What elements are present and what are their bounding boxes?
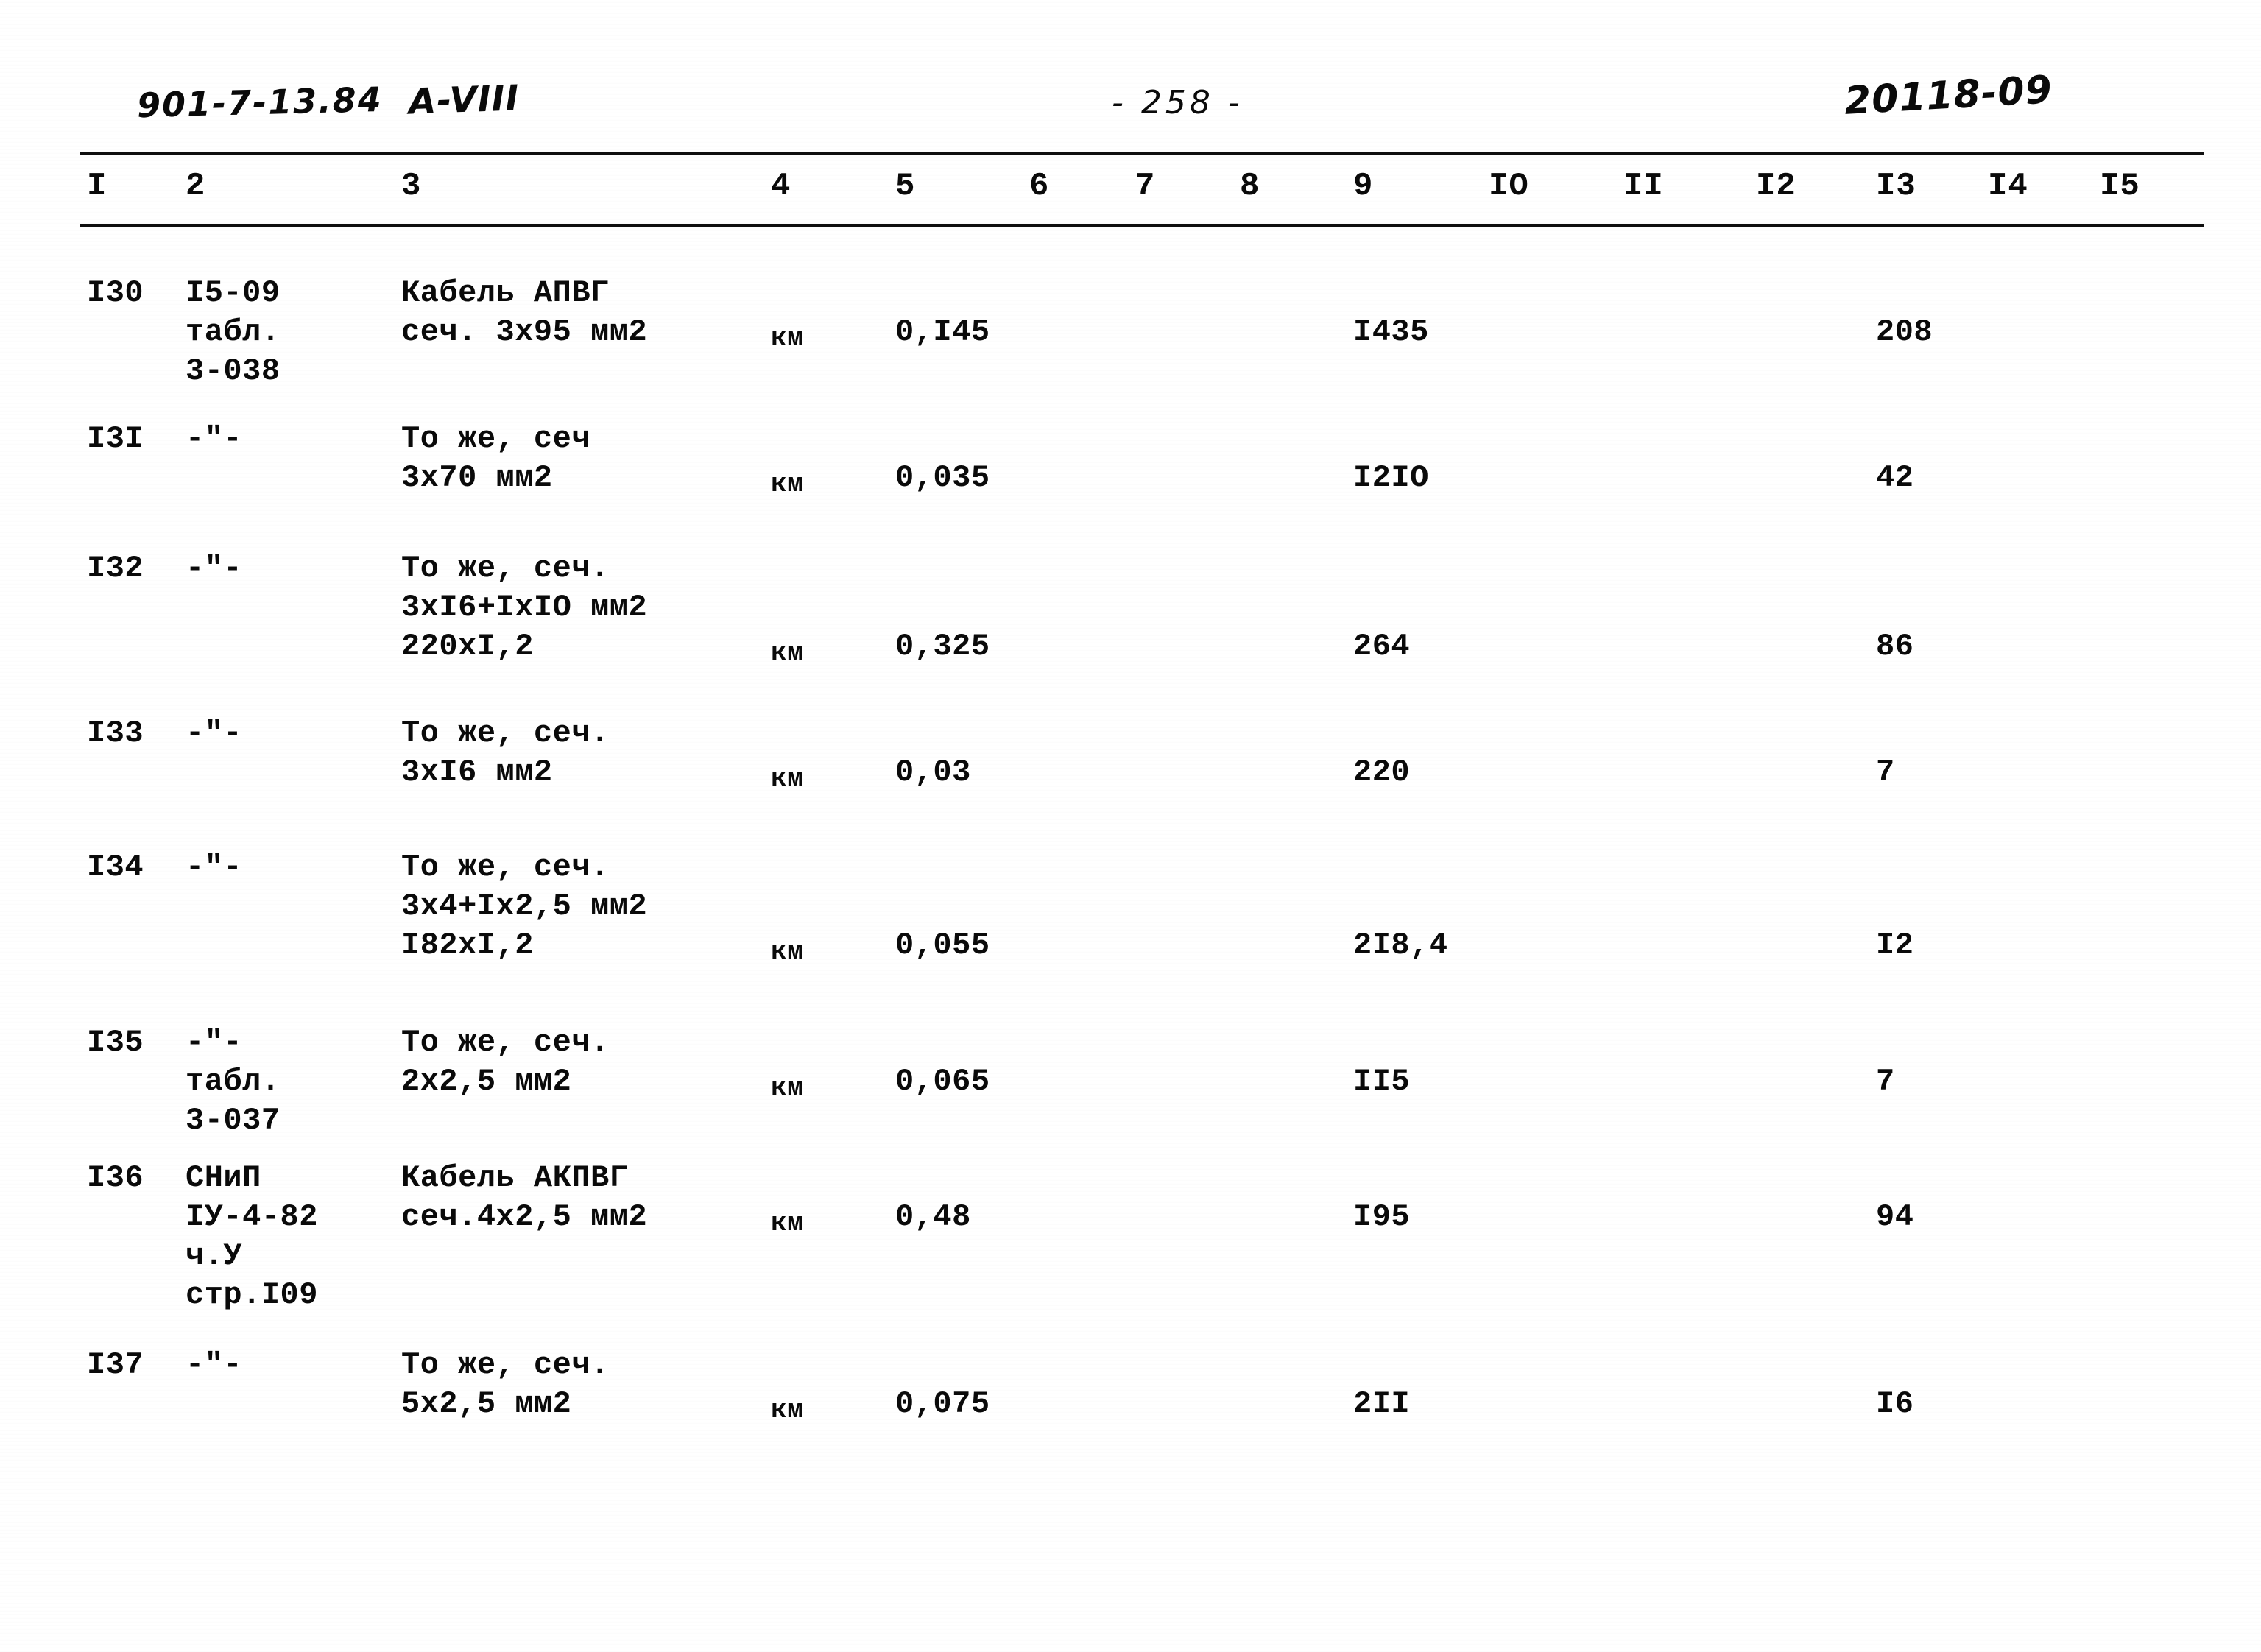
unit-cell: км — [771, 936, 804, 967]
row-number-cell: I35 — [87, 1025, 144, 1060]
norm-reference-cell: -"- — [186, 1347, 243, 1383]
norm-reference-cell: СНиП IУ-4-82 ч.У стр.I09 — [186, 1160, 318, 1313]
total-cell: 208 — [1876, 314, 1933, 350]
row-number-cell: I30 — [87, 275, 144, 311]
unit-cell: км — [771, 469, 804, 499]
column-number-11: II — [1623, 168, 1664, 205]
scanned-document-page: 901-7-13.84 A-VIII - 258 - 20118-09 I234… — [0, 0, 2261, 1652]
column-number-4: 4 — [771, 168, 791, 205]
description-cell: То же, сеч 3х70 мм2 — [401, 421, 591, 495]
quantity-cell: 0,03 — [895, 755, 971, 790]
row-number-cell: I3I — [87, 421, 144, 456]
column-number-14: I4 — [1988, 168, 2028, 205]
column-number-6: 6 — [1029, 168, 1050, 205]
total-cell: 86 — [1876, 629, 1914, 664]
document-code: 901-7-13.84 — [136, 79, 384, 126]
row-number-cell: I34 — [87, 850, 144, 885]
unit-cell: км — [771, 1208, 804, 1238]
cost-cell: II5 — [1353, 1064, 1411, 1099]
unit-cell: км — [771, 323, 804, 353]
cost-cell: 2I8,4 — [1353, 928, 1448, 963]
description-cell: Кабель АКПВГ сеч.4х2,5 мм2 — [401, 1160, 648, 1235]
quantity-cell: 0,035 — [895, 460, 990, 495]
column-number-1: I — [87, 168, 107, 205]
total-cell: 7 — [1876, 1064, 1895, 1099]
cost-cell: 2II — [1353, 1386, 1411, 1422]
norm-reference-cell: -"- — [186, 421, 243, 456]
quantity-cell: 0,055 — [895, 928, 990, 963]
column-number-9: 9 — [1353, 168, 1374, 205]
description-cell: То же, сеч. 3х4+Iх2,5 мм2 I82хI,2 — [401, 850, 648, 963]
total-cell: 42 — [1876, 460, 1914, 495]
cost-cell: I435 — [1353, 314, 1429, 350]
page-header: 901-7-13.84 A-VIII - 258 - 20118-09 — [0, 68, 2261, 141]
document-variant: A-VIII — [408, 77, 521, 123]
row-number-cell: I32 — [87, 551, 144, 586]
cost-cell: 264 — [1353, 629, 1411, 664]
total-cell: I6 — [1876, 1386, 1914, 1422]
row-number-cell: I36 — [87, 1160, 144, 1196]
quantity-cell: 0,48 — [895, 1199, 971, 1235]
cost-cell: I2IO — [1353, 460, 1429, 495]
handwritten-reference-code: 20118-09 — [1843, 68, 2054, 124]
norm-reference-cell: -"- — [186, 551, 243, 586]
column-number-5: 5 — [895, 168, 916, 205]
total-cell: 7 — [1876, 755, 1895, 790]
column-number-10: IO — [1489, 168, 1529, 205]
quantity-cell: 0,I45 — [895, 314, 990, 350]
unit-cell: км — [771, 1395, 804, 1425]
description-cell: То же, сеч. 5х2,5 мм2 — [401, 1347, 610, 1422]
column-number-3: 3 — [401, 168, 422, 205]
norm-reference-cell: -"- табл. 3-037 — [186, 1025, 281, 1138]
description-cell: То же, сеч. 3хI6 мм2 — [401, 716, 610, 790]
norm-reference-cell: -"- — [186, 850, 243, 885]
table-top-rule — [80, 152, 2204, 155]
table-header-rule — [80, 224, 2204, 227]
unit-cell: км — [771, 1073, 804, 1103]
row-number-cell: I37 — [87, 1347, 144, 1383]
quantity-cell: 0,325 — [895, 629, 990, 664]
column-number-13: I3 — [1876, 168, 1916, 205]
scan-texture — [0, 0, 2261, 1652]
description-cell: То же, сеч. 3хI6+IхIO мм2 220хI,2 — [401, 551, 648, 664]
norm-reference-cell: -"- — [186, 716, 243, 751]
quantity-cell: 0,075 — [895, 1386, 990, 1422]
description-cell: Кабель АПВГ сеч. 3х95 мм2 — [401, 275, 648, 350]
cost-cell: I95 — [1353, 1199, 1411, 1235]
column-number-2: 2 — [186, 168, 206, 205]
total-cell: I2 — [1876, 928, 1914, 963]
column-number-12: I2 — [1756, 168, 1796, 205]
page-number: - 258 - — [1112, 84, 1244, 121]
column-number-15: I5 — [2100, 168, 2140, 205]
description-cell: То же, сеч. 2х2,5 мм2 — [401, 1025, 610, 1099]
row-number-cell: I33 — [87, 716, 144, 751]
quantity-cell: 0,065 — [895, 1064, 990, 1099]
cost-cell: 220 — [1353, 755, 1411, 790]
column-number-7: 7 — [1135, 168, 1156, 205]
total-cell: 94 — [1876, 1199, 1914, 1235]
table-column-number-row: I 2 3 4 5 6 7 8 9 IO II I2 I3 I4 I5 — [0, 168, 2261, 213]
norm-reference-cell: I5-09 табл. 3-038 — [186, 275, 281, 389]
unit-cell: км — [771, 763, 804, 794]
column-number-8: 8 — [1240, 168, 1260, 205]
unit-cell: км — [771, 638, 804, 668]
